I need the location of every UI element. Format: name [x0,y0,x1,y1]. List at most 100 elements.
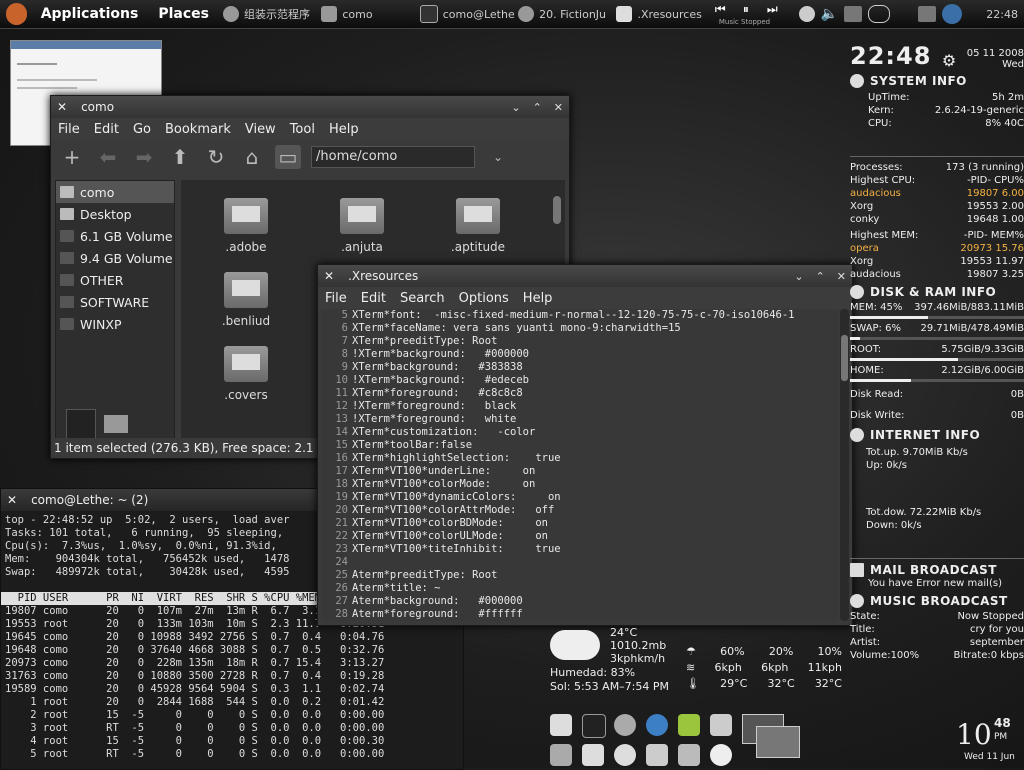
menu-edit[interactable]: Edit [87,122,126,137]
workspace-icon[interactable] [918,6,937,22]
code-line: 11 XTerm*foreground: #c8c8c8 [322,387,838,400]
shade-icon[interactable]: ⌄ [511,101,520,114]
sidebar-item-other[interactable]: OTHER [56,269,174,291]
line-text: XTerm*VT100*underLine: on [352,465,536,477]
folder-view-icon[interactable]: ▭ [275,145,301,169]
close-icon[interactable]: ✕ [837,270,846,283]
taskbar-item[interactable]: .Xresources [612,3,710,25]
text-editor-icon [616,6,633,22]
line-number: 12 [335,400,348,412]
folder-item[interactable]: .anjuta [317,198,407,254]
terminal-icon[interactable] [582,714,606,738]
new-tab-icon[interactable]: + [59,145,85,169]
line-number: 11 [335,387,348,399]
pause-icon[interactable]: ⏸ [743,2,749,17]
code-line: 15 XTerm*toolBar:false [322,439,838,452]
taskbar-item[interactable]: 组装示范程序 [219,3,317,25]
display-icon[interactable] [844,6,863,22]
sidebar-item-desktop[interactable]: Desktop [56,203,174,225]
window-switcher[interactable] [742,714,802,760]
ubuntu-logo-icon[interactable] [6,3,27,25]
disc-icon[interactable] [614,744,636,766]
shade-icon[interactable]: ⌄ [794,270,803,283]
taskbar-item[interactable]: como@Lethe [416,3,514,25]
reload-icon[interactable]: ↻ [203,145,229,169]
maximize-icon[interactable]: ⌃ [816,270,825,283]
folder-item[interactable]: .benliud [201,272,291,328]
scrollbar-thumb[interactable] [841,335,848,381]
media-player-icon[interactable] [646,744,668,766]
menu-options[interactable]: Options [452,291,516,306]
sidebar-item-como[interactable]: como [56,181,174,203]
paint-icon[interactable] [678,714,700,736]
folder-item[interactable]: .adobe [201,198,291,254]
folder-pane-icon[interactable] [104,415,128,433]
maximize-icon[interactable]: ⌃ [533,101,542,114]
headphones-icon[interactable] [614,714,636,736]
menu-help[interactable]: Help [322,122,366,137]
up-icon[interactable]: ⬆ [167,145,193,169]
code-line: 8 !XTerm*background: #000000 [322,348,838,361]
scrollbar[interactable] [553,196,561,224]
chevron-down-icon[interactable]: ⌄ [485,150,511,164]
menu-edit[interactable]: Edit [354,291,393,306]
sidebar-item-winxp[interactable]: WINXP [56,313,174,335]
close-icon[interactable]: ✕ [324,269,334,283]
sidebar-item-software[interactable]: SOFTWARE [56,291,174,313]
window-title: como@Lethe: ~ (2) [31,493,149,507]
next-icon[interactable]: ⏭ [767,2,778,17]
ubuntu-icon [850,74,864,88]
table-row: 2 root 15 -5 0 0 0 S 0.0 0.0 0:00.00 [5,709,385,721]
menu-go[interactable]: Go [126,122,158,137]
scrollbar[interactable] [840,309,849,621]
drive-icon [60,230,74,242]
applications-menu[interactable]: Applications [31,6,149,22]
close-icon[interactable]: ✕ [554,101,563,114]
menu-search[interactable]: Search [393,291,452,306]
volume-icon[interactable]: 🔈 [821,6,838,22]
previous-icon[interactable]: ⏮ [715,2,726,17]
line-number: 24 [335,556,348,568]
files-icon[interactable] [550,714,572,736]
menu-help[interactable]: Help [516,291,560,306]
drive-icon [60,274,74,286]
sidebar-item-volume-6[interactable]: 6.1 GB Volume [56,225,174,247]
folder-item[interactable]: .aptitude [433,198,523,254]
menu-tool[interactable]: Tool [283,122,322,137]
rain-icon: ☂ [686,645,696,658]
panel-clock[interactable]: 22:48 [986,8,1018,21]
globe-icon[interactable] [646,714,668,736]
folder-item[interactable]: .covers [201,346,291,402]
close-icon[interactable]: ✕ [7,493,17,507]
user-switch-icon[interactable] [942,4,963,24]
taskbar-item[interactable]: 20. FictionJu [514,3,612,25]
forward-icon[interactable]: ➡ [131,145,157,169]
back-icon[interactable]: ⬅ [95,145,121,169]
device-pane-icon[interactable] [66,409,96,439]
menu-file[interactable]: File [51,122,87,137]
menu-file[interactable]: File [318,291,354,306]
places-menu[interactable]: Places [148,6,219,22]
system-tray: ⏮ ⏸ ⏭ Music Stopped 🔈 22:48 [711,1,1024,27]
menu-view[interactable]: View [238,122,283,137]
wind-speed: 3kphkm/h [610,652,666,665]
clock-widget: 10 48 PM Wed 11 Jun [954,714,1024,768]
battery-icon[interactable] [868,5,891,23]
bird-icon[interactable] [582,744,604,766]
archive-icon[interactable] [678,744,700,766]
code-area[interactable]: 5 XTerm*font: -misc-fixed-medium-r-normal… [322,309,838,621]
taskbar-item[interactable]: como [317,3,415,25]
path-bar[interactable]: /home/como [311,146,475,168]
table-row: 19648 como 20 0 37640 4668 3088 S 0.7 0.… [5,644,385,656]
home-icon[interactable]: ⌂ [239,145,265,169]
close-icon[interactable]: ✕ [57,100,67,114]
download-icon[interactable] [710,714,732,736]
skype-icon[interactable] [710,744,732,766]
folder-icon [224,346,268,382]
menu-bookmark[interactable]: Bookmark [158,122,238,137]
code-line: 28 Aterm*foreground: #ffffff [322,608,838,621]
sidebar-item-volume-9[interactable]: 9.4 GB Volume [56,247,174,269]
tool-icon[interactable] [550,744,572,766]
line-number: 26 [335,582,348,594]
network-icon[interactable] [798,6,815,22]
